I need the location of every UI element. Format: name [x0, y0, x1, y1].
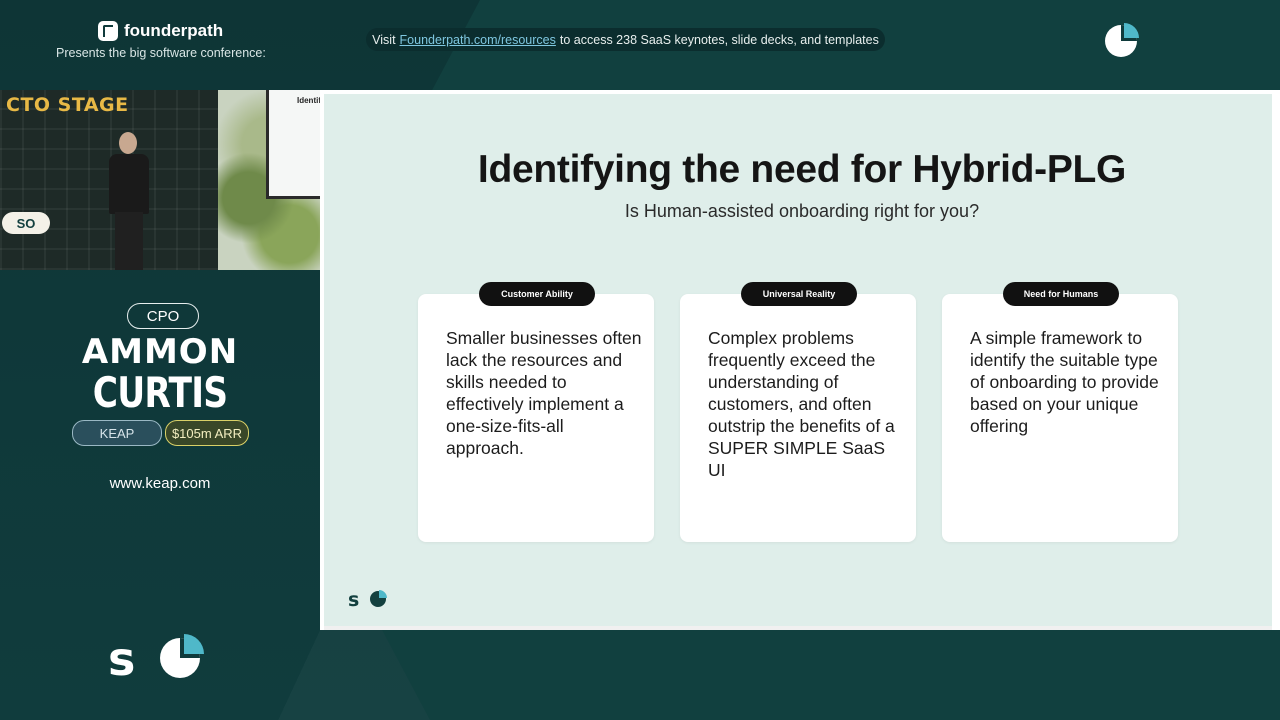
founderpath-logo-icon — [98, 21, 118, 41]
stage-monitor: Identif — [266, 90, 320, 199]
saastr-so-logo-icon: s — [108, 632, 204, 680]
speaker-last-name: CURTIS — [92, 368, 228, 417]
arr-badge: $105m ARR — [165, 420, 249, 446]
company-website: www.keap.com — [109, 475, 211, 492]
slide-subtitle: Is Human-assisted onboarding right for y… — [624, 201, 980, 221]
resources-banner: Visit Founderpath.com/resources to acces… — [366, 28, 885, 51]
monitor-text: Identif — [297, 96, 320, 105]
visit-prefix: Visit — [372, 32, 396, 47]
founderpath-brand: founderpath — [98, 21, 223, 41]
card-universal-reality: Universal Reality Complex problems frequ… — [680, 282, 916, 542]
card-tag: Customer Ability — [479, 282, 595, 306]
slide-title: Identifying the need for Hybrid-PLG — [477, 148, 1127, 191]
slide-bottom-border — [324, 626, 1272, 630]
card-body: Smaller businesses often lack the resour… — [446, 328, 642, 458]
svg-text:s: s — [108, 632, 135, 680]
card-need-for-humans: Need for Humans A simple framework to id… — [942, 282, 1178, 542]
speaker-panel: CPO AMMON CURTIS KEAP $105m ARR www.keap… — [0, 270, 320, 630]
role-badge: CPO — [127, 303, 199, 329]
stage-label: CTO STAGE — [6, 94, 129, 116]
card-body: A simple framework to identify the suita… — [970, 328, 1159, 436]
stage-logo: SO — [2, 212, 50, 234]
resources-link[interactable]: Founderpath.com/resources — [400, 33, 556, 47]
svg-text:s: s — [348, 589, 359, 608]
stage-camera-feed: CTO STAGE Identif SO — [0, 90, 320, 270]
presentation-slide: Identifying the need for Hybrid-PLG Is H… — [320, 90, 1280, 630]
card-tag: Universal Reality — [741, 282, 857, 306]
visit-suffix: to access 238 SaaS keynotes, slide decks… — [559, 32, 879, 47]
company-badge: KEAP — [72, 420, 162, 446]
card-customer-ability: Customer Ability Smaller businesses ofte… — [418, 282, 654, 542]
brand-name: founderpath — [124, 21, 224, 40]
speaker-figure — [105, 132, 151, 270]
pie-chart-logo-icon — [1105, 23, 1139, 57]
presents-text: Presents the big software conference: — [56, 46, 266, 60]
background-shape — [382, 630, 1280, 720]
card-body: Complex problems frequently exceed the u… — [708, 328, 895, 480]
slide-so-logo-icon: s — [348, 589, 387, 608]
slide-canvas: Identifying the need for Hybrid-PLG Is H… — [324, 94, 1272, 626]
speaker-first-name: AMMON — [81, 332, 239, 372]
card-tag: Need for Humans — [1003, 282, 1119, 306]
